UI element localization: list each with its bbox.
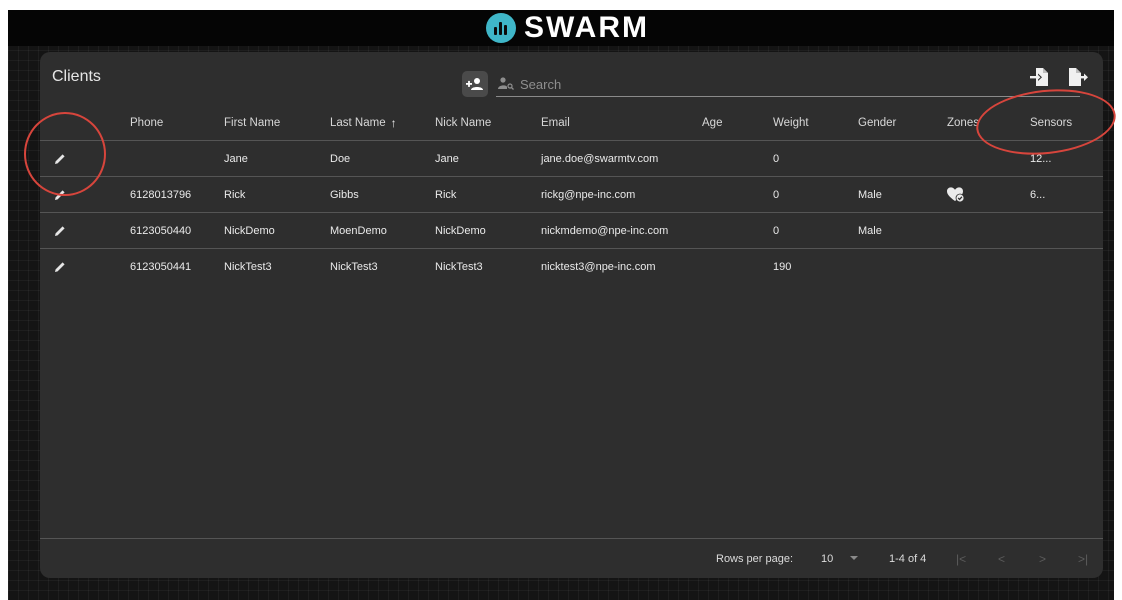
cell-nick-name: NickTest3	[435, 260, 483, 273]
cell-nick-name: NickDemo	[435, 224, 486, 237]
cell-weight: 190	[773, 260, 792, 273]
table-row: 6123050441 NickTest3 NickTest3 NickTest3…	[40, 249, 1103, 284]
top-bar: SWARM	[8, 10, 1114, 46]
cell-first-name: Jane	[224, 152, 248, 165]
cell-first-name: NickDemo	[224, 224, 275, 237]
swarm-logo: SWARM	[486, 12, 649, 44]
search-input[interactable]	[518, 72, 1062, 96]
cell-weight: 0	[773, 152, 780, 165]
file-import-icon	[1030, 68, 1048, 86]
column-header-first-name[interactable]: First Name	[224, 106, 280, 140]
heart-check-icon[interactable]	[947, 186, 965, 203]
swarm-logo-icon	[486, 13, 516, 43]
table-header: Phone First Name Last Name ↑ Nick Name E…	[40, 106, 1103, 141]
table-pagination: Rows per page: 10 1-4 of 4 |< < > >|	[40, 538, 1103, 578]
column-header-last-name-label: Last Name	[330, 117, 386, 129]
add-client-button[interactable]	[462, 71, 488, 97]
cell-zones	[947, 177, 965, 212]
last-page-button[interactable]: >|	[1078, 539, 1088, 578]
cell-email: nicktest3@npe-inc.com	[541, 260, 656, 273]
chevron-down-icon[interactable]	[850, 556, 858, 560]
person-add-icon	[466, 78, 483, 90]
cell-first-name: NickTest3	[224, 260, 272, 273]
first-page-button[interactable]: |<	[956, 539, 966, 578]
column-header-nick-name[interactable]: Nick Name	[435, 106, 491, 140]
table-row: Jane Doe Jane jane.doe@swarmtv.com 0 12.…	[40, 141, 1103, 177]
clients-panel: Clients Search Phone First Name Last Nam…	[40, 52, 1103, 578]
pencil-icon	[55, 261, 65, 272]
column-header-phone[interactable]: Phone	[130, 106, 163, 140]
cell-gender: Male	[858, 224, 882, 237]
edit-button[interactable]	[54, 213, 66, 248]
cell-gender: Male	[858, 188, 882, 201]
cell-weight: 0	[773, 188, 780, 201]
cell-last-name: Doe	[330, 152, 351, 165]
cell-first-name: Rick	[224, 188, 246, 201]
column-header-age[interactable]: Age	[702, 106, 722, 140]
column-header-weight[interactable]: Weight	[773, 106, 809, 140]
rows-per-page-select[interactable]: 10	[821, 539, 833, 578]
person-search-icon	[498, 77, 514, 90]
cell-email: rickg@npe-inc.com	[541, 188, 636, 201]
app-background: SWARM Clients Search Phone First Name La…	[8, 10, 1114, 600]
pagination-range: 1-4 of 4	[889, 553, 927, 565]
column-header-email[interactable]: Email	[541, 106, 570, 140]
cell-sensors: 6...	[1030, 188, 1046, 201]
rows-per-page-label: Rows per page:	[716, 553, 794, 565]
column-header-zones[interactable]: Zones	[947, 106, 979, 140]
cell-last-name: MoenDemo	[330, 224, 387, 237]
file-export-icon	[1069, 68, 1088, 86]
logo-text: SWARM	[524, 11, 649, 44]
sort-ascending-icon: ↑	[390, 116, 397, 130]
cell-nick-name: Rick	[435, 188, 457, 201]
cell-nick-name: Jane	[435, 152, 459, 165]
table-row: 6123050440 NickDemo MoenDemo NickDemo ni…	[40, 213, 1103, 249]
previous-page-button[interactable]: <	[998, 539, 1005, 578]
cell-phone: 6128013796	[130, 188, 192, 201]
cell-weight: 0	[773, 224, 780, 237]
cell-phone: 6123050440	[130, 224, 192, 237]
column-header-gender[interactable]: Gender	[858, 106, 896, 140]
annotation-circle-edit	[24, 112, 106, 196]
cell-email: nickmdemo@npe-inc.com	[541, 224, 669, 237]
page-title: Clients	[52, 68, 101, 85]
cell-phone: 6123050441	[130, 260, 192, 273]
edit-button[interactable]	[54, 249, 66, 284]
cell-last-name: Gibbs	[330, 188, 359, 201]
search-field[interactable]	[496, 72, 1080, 97]
column-header-last-name[interactable]: Last Name ↑	[330, 106, 397, 140]
cell-last-name: NickTest3	[330, 260, 378, 273]
next-page-button[interactable]: >	[1039, 539, 1046, 578]
cell-email: jane.doe@swarmtv.com	[541, 152, 659, 165]
table-row: 6128013796 Rick Gibbs Rick rickg@npe-inc…	[40, 177, 1103, 213]
pencil-icon	[55, 225, 65, 236]
